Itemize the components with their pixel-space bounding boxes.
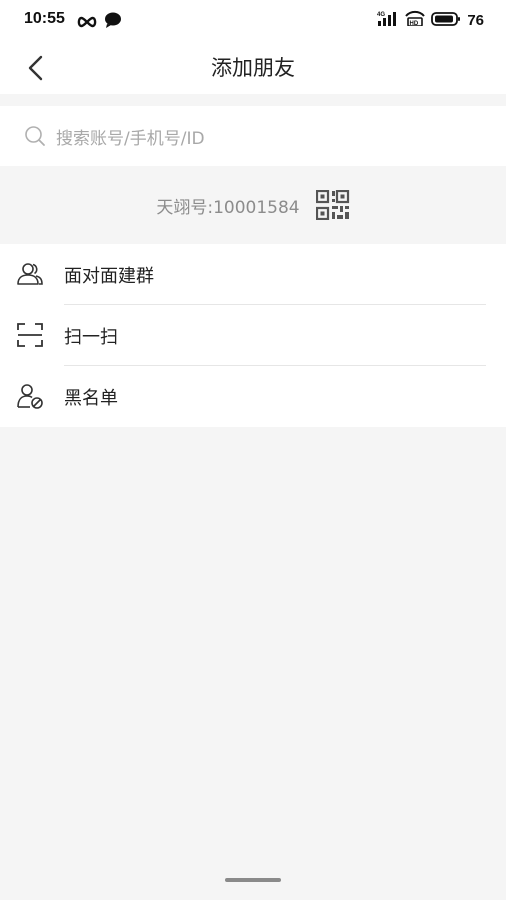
- people-icon: [16, 260, 44, 288]
- qr-code-icon[interactable]: [315, 189, 350, 221]
- menu-item-label: 扫一扫: [64, 326, 118, 348]
- battery-level: 76: [467, 11, 484, 29]
- menu-item-label: 面对面建群: [64, 265, 154, 287]
- account-id-text: 天翊号:10001584: [156, 197, 300, 218]
- menu-item-scan[interactable]: 扫一扫: [0, 305, 506, 366]
- menu-item-face-to-face-group[interactable]: 面对面建群: [0, 244, 506, 305]
- status-left-icons: [76, 12, 122, 32]
- search-placeholder: 搜索账号/手机号/ID: [56, 128, 205, 149]
- status-bar: 10:55 4G HD 76: [0, 0, 506, 40]
- scan-icon: [16, 321, 44, 349]
- menu-item-label: 黑名单: [64, 387, 118, 409]
- menu-list: 面对面建群 扫一扫 黑名单: [0, 244, 506, 427]
- search-icon: [24, 125, 46, 147]
- battery-icon: [431, 11, 461, 30]
- chat-bubble-icon: [104, 12, 122, 32]
- svg-text:4G: 4G: [377, 12, 385, 18]
- nav-bar: 添加朋友: [0, 40, 506, 94]
- status-time: 10:55: [24, 10, 65, 27]
- status-right: 4G HD 76: [377, 10, 484, 30]
- home-indicator[interactable]: [225, 878, 281, 882]
- signal-icon: 4G: [377, 10, 399, 30]
- page-title: 添加朋友: [211, 56, 295, 80]
- infinity-icon: [76, 13, 98, 32]
- blocked-user-icon: [16, 382, 44, 410]
- search-input[interactable]: 搜索账号/手机号/ID: [0, 106, 506, 166]
- account-id-row: 天翊号:10001584: [0, 166, 506, 244]
- hd-wifi-icon: HD: [405, 10, 426, 30]
- menu-item-blacklist[interactable]: 黑名单: [0, 366, 506, 427]
- svg-text:HD: HD: [410, 21, 419, 26]
